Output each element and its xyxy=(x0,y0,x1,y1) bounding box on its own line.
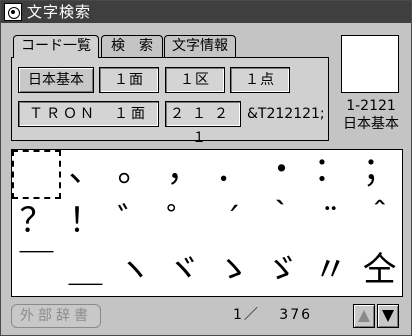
glyph-cell[interactable]: ＾ xyxy=(355,199,402,248)
tab-code-list[interactable]: コード一覧 xyxy=(13,35,99,58)
glyph-cell[interactable]: 、 xyxy=(61,150,110,199)
charset-button[interactable]: 日本基本 xyxy=(18,67,94,93)
preview-label: 1-2121 日本基本 xyxy=(331,97,411,133)
page-down-button[interactable] xyxy=(377,304,399,328)
tab-search[interactable]: 検 索 xyxy=(101,35,163,57)
glyph-cell[interactable]: ゞ xyxy=(257,248,306,296)
up-arrow-icon xyxy=(358,310,370,322)
glyph-cell[interactable]: ！ xyxy=(61,199,110,248)
window-title: 文字検索 xyxy=(27,3,92,21)
glyph-cell[interactable]: ￣ xyxy=(12,248,61,296)
glyph-cell[interactable]: 〃 xyxy=(306,248,355,296)
glyph-cell[interactable]: ¨ xyxy=(306,199,355,248)
char-preview-box xyxy=(341,35,399,93)
glyph-cell[interactable]: ｀ xyxy=(257,199,306,248)
tron-code-field[interactable]: ＴＲＯＮ １面 xyxy=(18,101,159,127)
page-up-button[interactable] xyxy=(353,304,375,328)
down-arrow-icon xyxy=(382,310,394,322)
men-field[interactable]: １面 xyxy=(99,67,159,93)
ten-field[interactable]: １点 xyxy=(230,67,290,93)
glyph-cell[interactable]: 。 xyxy=(110,150,159,199)
page-indicator: 1／ 376 xyxy=(233,305,312,325)
glyph-cell[interactable]: 仝 xyxy=(355,248,402,296)
entity-ref-text: &T212121; xyxy=(247,106,325,122)
glyph-cell[interactable]: ・ xyxy=(257,150,306,199)
title-bar[interactable]: 文字検索 xyxy=(1,1,411,23)
preview-code: 1-2121 xyxy=(346,98,396,114)
tab-char-info[interactable]: 文字情報 xyxy=(164,35,236,57)
total-pages: 376 xyxy=(279,307,313,323)
glyph-cell[interactable]: ヽ xyxy=(110,248,159,296)
external-dict-button[interactable]: 外部辞書 xyxy=(11,304,101,328)
glyph-cell[interactable]: ． xyxy=(208,150,257,199)
ku-field[interactable]: １区 xyxy=(165,67,225,93)
jis-code-field[interactable]: ２１２１ xyxy=(165,101,241,146)
glyph-cell[interactable]: ： xyxy=(306,150,355,199)
glyph-cell[interactable]: ？ xyxy=(12,199,61,248)
glyph-grid: 、 。 ， ． ・ ： ； ？ ！ ゛ ゜ ´ ｀ ¨ ＾ ￣ ＿ ヽ ヾ ゝ … xyxy=(11,149,403,297)
glyph-cell[interactable]: ゛ xyxy=(110,199,159,248)
glyph-cell[interactable]: ， xyxy=(159,150,208,199)
glyph-cell[interactable]: ´ xyxy=(208,199,257,248)
char-search-window: 文字検索 コード一覧 検 索 文字情報 日本基本 １面 １区 １点 ＴＲＯＮ １… xyxy=(0,0,412,336)
glyph-cell[interactable]: ゜ xyxy=(159,199,208,248)
glyph-cell[interactable]: ； xyxy=(355,150,402,199)
preview-charset: 日本基本 xyxy=(343,116,399,132)
glyph-cell[interactable]: ＿ xyxy=(61,248,110,296)
glyph-cell[interactable]: ヾ xyxy=(159,248,208,296)
current-page: 1／ xyxy=(233,307,260,323)
glyph-cell[interactable] xyxy=(12,150,61,199)
window-icon[interactable] xyxy=(4,3,22,21)
glyph-cell[interactable]: ゝ xyxy=(208,248,257,296)
